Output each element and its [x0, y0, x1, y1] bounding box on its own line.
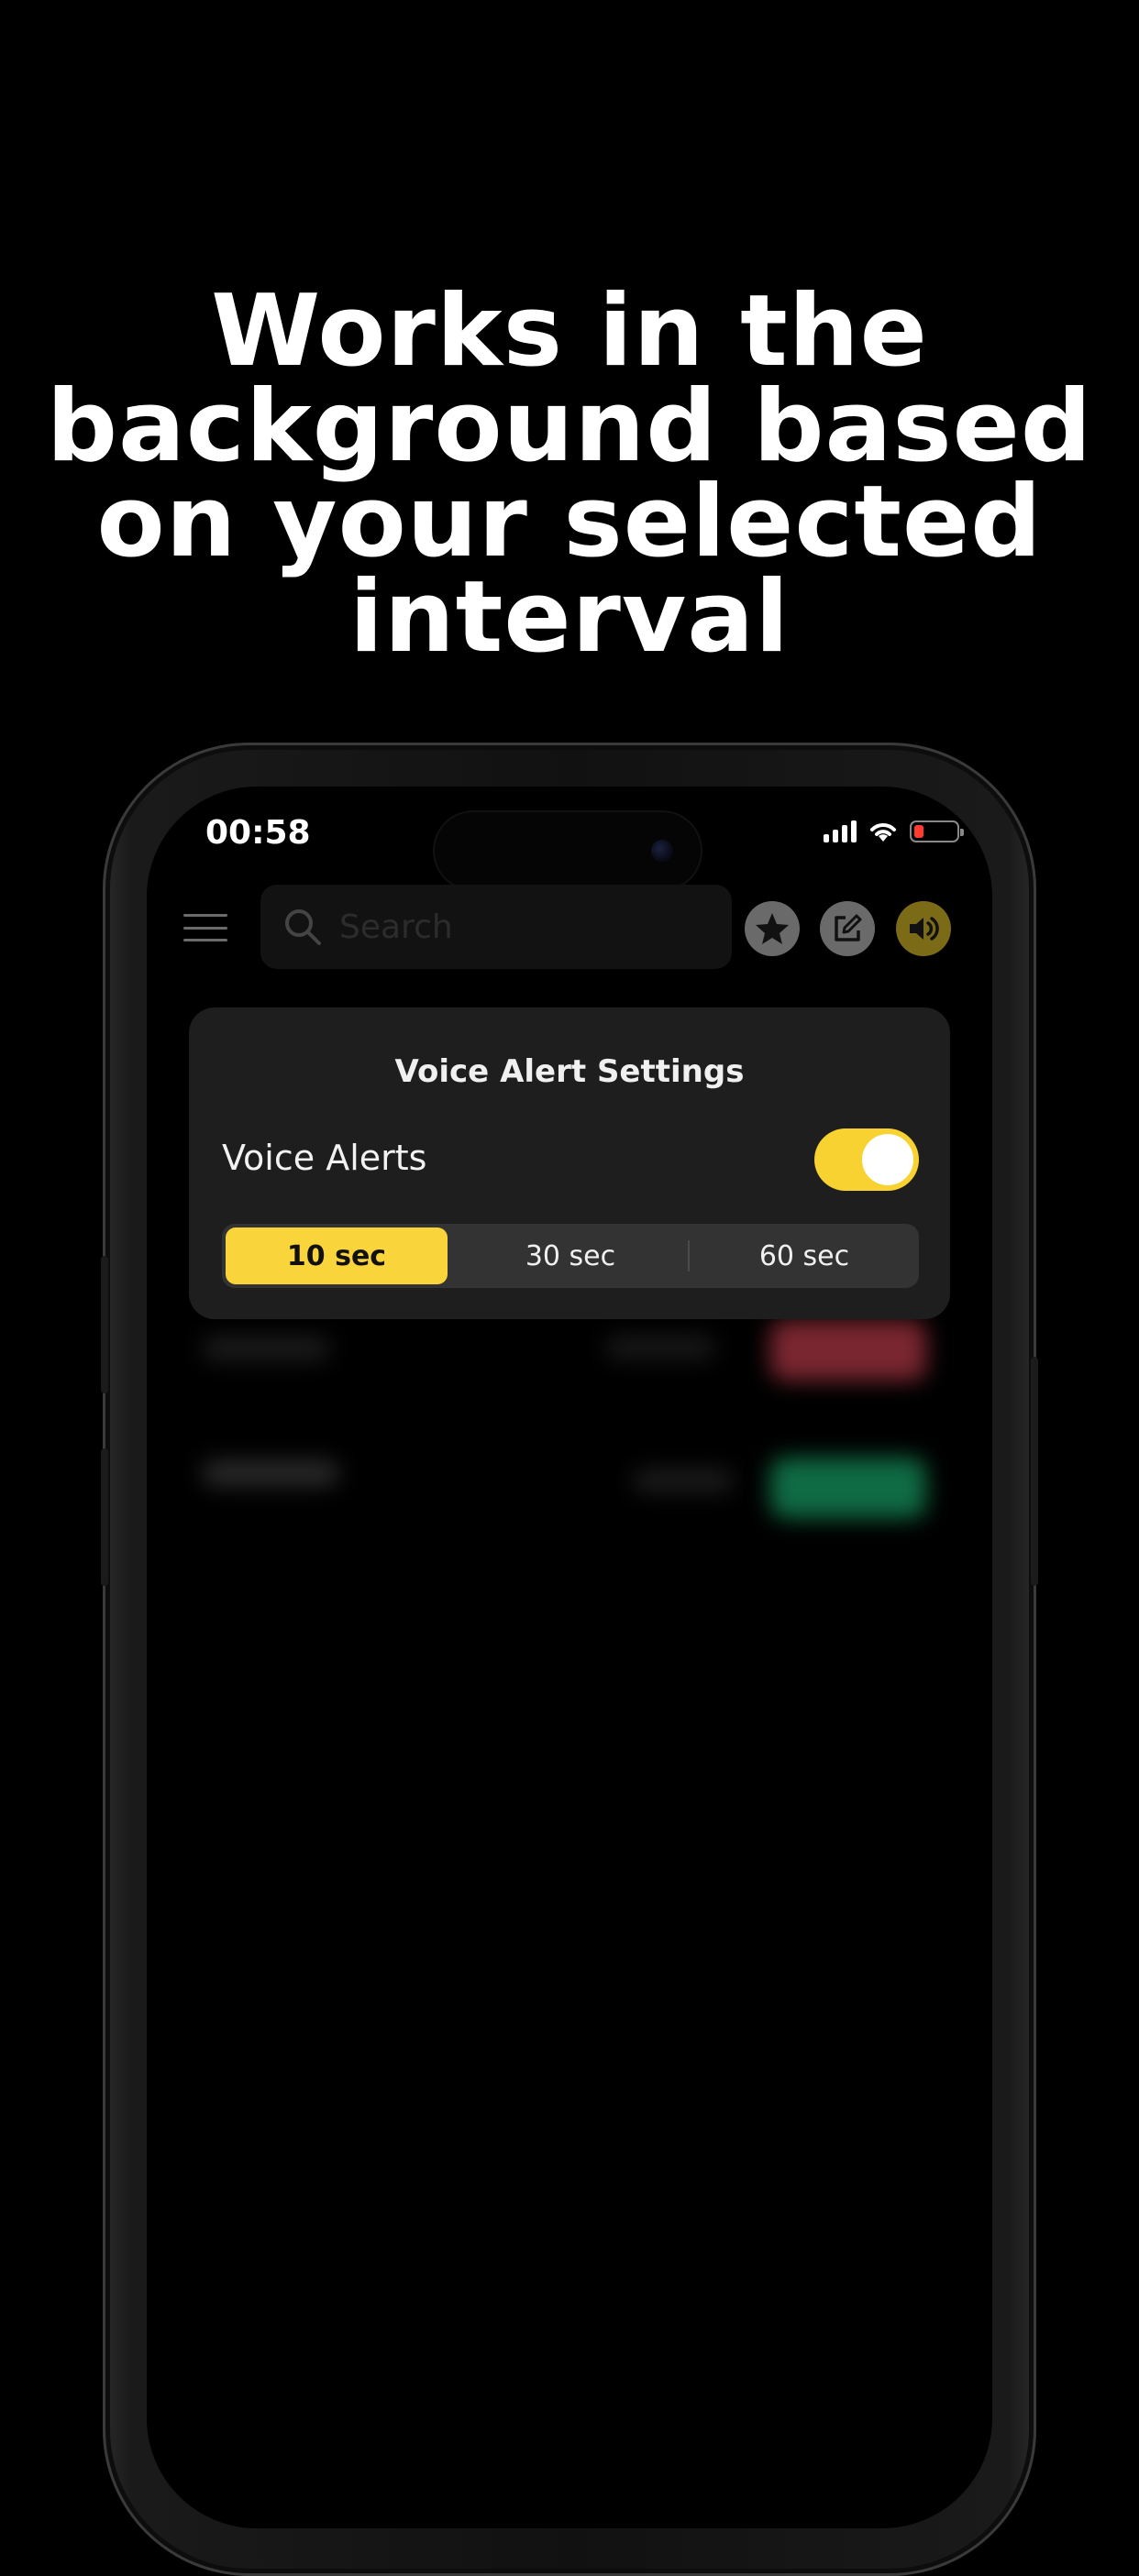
- voice-alerts-toggle[interactable]: [814, 1128, 919, 1191]
- phone-screen: 00:58 Search Voice Alert Settings Voice …: [147, 787, 992, 2528]
- background-list-row-text: [202, 1337, 330, 1360]
- edit-icon: [835, 914, 862, 941]
- modal-title: Voice Alert Settings: [394, 1053, 745, 1090]
- phone-side-button: [101, 1256, 108, 1393]
- background-list-row-highlight: [770, 1458, 926, 1518]
- phone-side-button: [101, 1448, 108, 1586]
- headline-line-2: background based: [46, 369, 1093, 484]
- phone-side-button: [1031, 1357, 1038, 1586]
- interval-option-10-sec[interactable]: 10 sec: [226, 1227, 448, 1284]
- search-placeholder: Search: [339, 908, 453, 946]
- background-list-row-text: [633, 1470, 734, 1492]
- top-navbar: Search: [147, 883, 992, 974]
- voice-alert-button[interactable]: [896, 901, 951, 956]
- battery-icon: [910, 820, 964, 842]
- star-icon: [756, 913, 789, 944]
- segment-divider: [688, 1240, 690, 1271]
- favorites-button[interactable]: [745, 901, 800, 956]
- voice-alerts-label: Voice Alerts: [222, 1138, 427, 1178]
- status-time: 00:58: [205, 814, 311, 852]
- interval-segmented-control: 10 sec 30 sec 60 sec: [222, 1224, 919, 1288]
- search-input[interactable]: Search: [260, 885, 732, 969]
- edit-button[interactable]: [820, 901, 875, 956]
- background-list-row-text: [605, 1337, 715, 1359]
- wifi-icon: [870, 823, 896, 842]
- headline-line-3: on your selected: [96, 465, 1043, 579]
- toggle-knob: [862, 1134, 913, 1185]
- interval-option-30-sec[interactable]: 30 sec: [459, 1227, 681, 1284]
- status-icons: [824, 820, 964, 843]
- cellular-signal-icon: [824, 820, 857, 842]
- voice-alert-settings-modal: Voice Alert Settings Voice Alerts 10 sec…: [189, 1007, 950, 1319]
- headline-line-4: interval: [348, 560, 791, 675]
- headline: Works in the background based on your se…: [37, 274, 1102, 675]
- headline-line-1: Works in the: [211, 274, 928, 389]
- search-icon: [285, 909, 321, 945]
- background-list-row-text: [202, 1460, 339, 1486]
- interval-option-60-sec[interactable]: 60 sec: [693, 1227, 915, 1284]
- speaker-icon: [910, 917, 939, 941]
- camera-icon: [651, 840, 673, 862]
- dynamic-island: [435, 812, 701, 889]
- hamburger-icon[interactable]: [183, 914, 227, 941]
- background-list-row-highlight: [770, 1320, 926, 1381]
